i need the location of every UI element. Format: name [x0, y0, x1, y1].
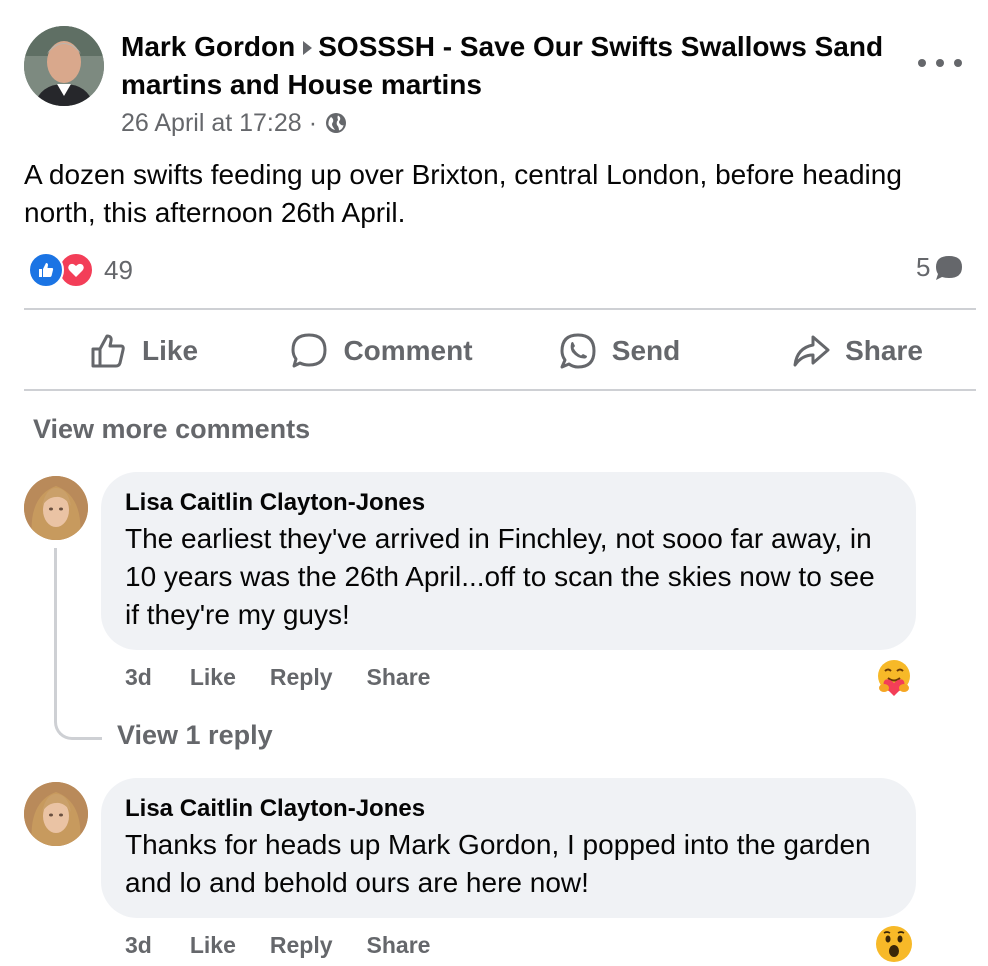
- comment-like-button[interactable]: Like: [190, 664, 236, 691]
- comment-reply-button[interactable]: Reply: [270, 932, 333, 959]
- post-timestamp[interactable]: 26 April at 17:28: [121, 106, 302, 140]
- like-button[interactable]: Like: [24, 312, 262, 390]
- post-meta: 26 April at 17:28 ·: [121, 106, 348, 140]
- comment-bubble: Lisa Caitlin Clayton-Jones The earliest …: [101, 472, 916, 650]
- dot-icon: [918, 59, 926, 67]
- reactions-summary[interactable]: 49: [28, 252, 133, 288]
- comment-like-button[interactable]: Like: [190, 932, 236, 959]
- divider: [24, 389, 976, 391]
- comment-count-number: 5: [916, 252, 931, 282]
- comment-label: Comment: [343, 335, 473, 366]
- whatsapp-icon: [560, 333, 596, 369]
- share-label: Share: [845, 335, 923, 366]
- view-replies-link[interactable]: View 1 reply: [117, 720, 273, 751]
- comment-text: The earliest they've arrived in Finchley…: [125, 523, 875, 630]
- author-name[interactable]: Mark Gordon: [121, 31, 295, 62]
- share-button[interactable]: Share: [738, 312, 976, 390]
- commenter-avatar[interactable]: [24, 476, 88, 540]
- comment-share-button[interactable]: Share: [367, 932, 431, 959]
- comment-icon: [291, 333, 327, 368]
- comment-actions: 3d Like Reply Share: [125, 932, 464, 959]
- send-label: Send: [611, 335, 681, 366]
- comment-count[interactable]: 5: [916, 252, 964, 283]
- divider: [24, 308, 976, 310]
- dot-icon: [936, 59, 944, 67]
- commenter-avatar[interactable]: [24, 782, 88, 846]
- like-label: Like: [141, 335, 199, 366]
- arrow-right-icon: [303, 40, 313, 55]
- author-avatar[interactable]: [24, 26, 104, 106]
- more-options-button[interactable]: [918, 48, 962, 78]
- thumbs-up-icon: [91, 334, 125, 368]
- comment-text: Thanks for heads up Mark Gordon, I poppe…: [125, 829, 871, 898]
- wow-emoji-icon[interactable]: [874, 924, 914, 964]
- post-header: Mark Gordon SOSSSH - Save Our Swifts Swal…: [121, 28, 901, 104]
- comment-time[interactable]: 3d: [125, 932, 152, 959]
- reaction-count: 49: [104, 254, 133, 285]
- thread-connector: [54, 548, 102, 740]
- dot-icon: [954, 59, 962, 67]
- share-icon: [793, 335, 830, 367]
- like-icon: [28, 252, 64, 288]
- globe-icon: [326, 113, 347, 133]
- comment-reply-button[interactable]: Reply: [270, 664, 333, 691]
- care-emoji-icon[interactable]: [874, 658, 914, 698]
- post-text: A dozen swifts feeding up over Brixton, …: [24, 159, 902, 228]
- comment-actions: 3d Like Reply Share: [125, 664, 464, 691]
- comment-bubble-icon: [936, 255, 963, 280]
- comment-author[interactable]: Lisa Caitlin Clayton-Jones: [125, 486, 892, 520]
- post-action-bar: Like Comment Send Share: [24, 312, 976, 390]
- comment-time[interactable]: 3d: [125, 664, 152, 691]
- comment-bubble: Lisa Caitlin Clayton-Jones Thanks for he…: [101, 778, 916, 918]
- comment-author[interactable]: Lisa Caitlin Clayton-Jones: [125, 792, 892, 826]
- view-more-comments-link[interactable]: View more comments: [33, 414, 310, 445]
- send-button[interactable]: Send: [500, 312, 738, 390]
- comment-button[interactable]: Comment: [262, 312, 500, 390]
- comment-share-button[interactable]: Share: [367, 664, 431, 691]
- meta-separator: ·: [308, 109, 318, 137]
